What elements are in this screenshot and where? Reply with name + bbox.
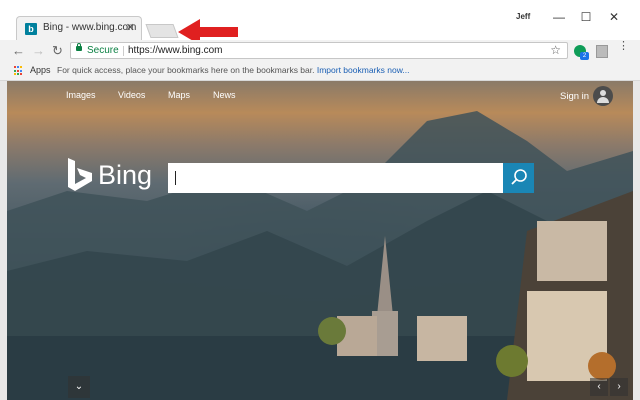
back-button[interactable]: ← bbox=[12, 43, 25, 59]
apps-link[interactable]: Apps bbox=[30, 65, 51, 75]
bookmark-star-icon[interactable]: ☆ bbox=[550, 43, 561, 57]
bing-logo-icon bbox=[68, 158, 92, 191]
browser-window: b Bing - www.bing.com ✕ Jeff — ☐ ✕ ← → ↻… bbox=[0, 0, 640, 400]
nav-videos-link[interactable]: Videos bbox=[118, 90, 145, 100]
browser-toolbar: ← → ↻ Secure https://www.bing.com ☆ bbox=[0, 40, 640, 63]
bookmarks-hint: For quick access, place your bookmarks h… bbox=[57, 65, 409, 75]
extension-badge: 2 bbox=[580, 52, 589, 60]
nav-news-link[interactable]: News bbox=[213, 90, 236, 100]
bookmarks-bar: Apps For quick access, place your bookma… bbox=[0, 62, 640, 81]
close-window-button[interactable]: ✕ bbox=[603, 8, 625, 26]
forward-button[interactable]: → bbox=[32, 43, 45, 59]
magnifier-icon bbox=[511, 169, 527, 185]
text-caret bbox=[175, 171, 176, 185]
secure-label[interactable]: Secure bbox=[87, 45, 119, 56]
tab-bing[interactable]: b Bing - www.bing.com ✕ bbox=[16, 16, 142, 40]
address-bar[interactable]: Secure https://www.bing.com ☆ bbox=[70, 42, 568, 59]
search-input[interactable] bbox=[168, 163, 503, 193]
lock-icon bbox=[76, 43, 82, 51]
next-image-button[interactable]: › bbox=[610, 378, 628, 396]
search-button[interactable] bbox=[503, 163, 534, 193]
previous-image-button[interactable]: ‹ bbox=[590, 378, 608, 396]
tab-title: Bing - www.bing.com bbox=[43, 22, 137, 33]
background-landscape bbox=[7, 111, 633, 400]
window-border-left bbox=[0, 81, 7, 400]
apps-grid-icon[interactable] bbox=[14, 66, 24, 76]
window-border-right bbox=[633, 81, 640, 400]
profile-name[interactable]: Jeff bbox=[516, 12, 530, 21]
chrome-menu-icon[interactable]: ⋮ bbox=[618, 41, 629, 52]
minimize-button[interactable]: — bbox=[548, 8, 570, 26]
sign-in-link[interactable]: Sign in bbox=[560, 91, 589, 102]
import-bookmarks-link[interactable]: Import bookmarks now... bbox=[317, 65, 410, 75]
nav-maps-link[interactable]: Maps bbox=[168, 90, 190, 100]
omnibox-separator bbox=[123, 46, 124, 56]
user-avatar-icon[interactable] bbox=[593, 86, 613, 106]
maximize-button[interactable]: ☐ bbox=[575, 8, 597, 26]
url-text[interactable]: https://www.bing.com bbox=[128, 45, 222, 56]
extension-gray-icon[interactable] bbox=[596, 45, 608, 58]
bing-homepage: Images Videos Maps News Sign in Bing ⌄ ‹… bbox=[7, 81, 633, 400]
scroll-down-button[interactable]: ⌄ bbox=[68, 376, 90, 398]
bing-favicon-icon: b bbox=[25, 23, 37, 35]
bing-logo-text: Bing bbox=[98, 160, 153, 190]
nav-images-link[interactable]: Images bbox=[66, 90, 96, 100]
bookmarks-hint-text: For quick access, place your bookmarks h… bbox=[57, 65, 315, 75]
new-tab-button[interactable] bbox=[145, 24, 179, 38]
tab-strip: b Bing - www.bing.com ✕ Jeff — ☐ ✕ bbox=[0, 0, 640, 45]
tab-close-icon[interactable]: ✕ bbox=[126, 21, 135, 34]
reload-button[interactable]: ↻ bbox=[52, 43, 63, 59]
